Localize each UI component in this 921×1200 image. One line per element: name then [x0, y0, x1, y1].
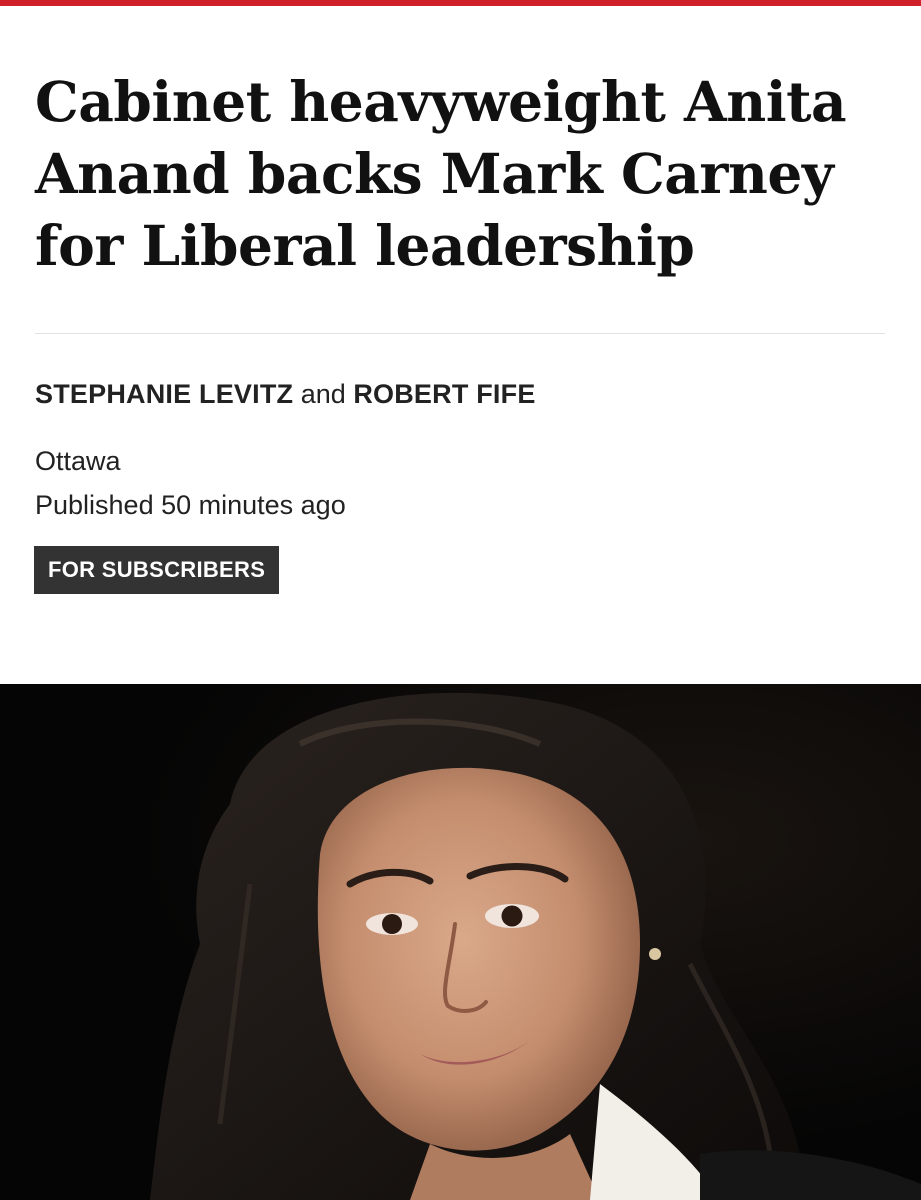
brand-accent-bar [0, 0, 921, 6]
article-lead-photo [0, 684, 921, 1200]
article-headline: Cabinet heavyweight Anita Anand backs Ma… [35, 69, 847, 278]
subscriber-badge: FOR SUBSCRIBERS [34, 546, 280, 594]
portrait-illustration [0, 684, 921, 1200]
divider [35, 333, 885, 334]
author-link-2[interactable]: ROBERT FIFE [353, 379, 535, 409]
byline: STEPHANIE LEVITZ and ROBERT FIFE [35, 377, 536, 411]
dateline: Ottawa [35, 446, 121, 476]
author-link-1[interactable]: STEPHANIE LEVITZ [35, 379, 293, 409]
byline-joiner: and [300, 379, 346, 409]
published-timestamp: Published 50 minutes ago [35, 490, 346, 520]
